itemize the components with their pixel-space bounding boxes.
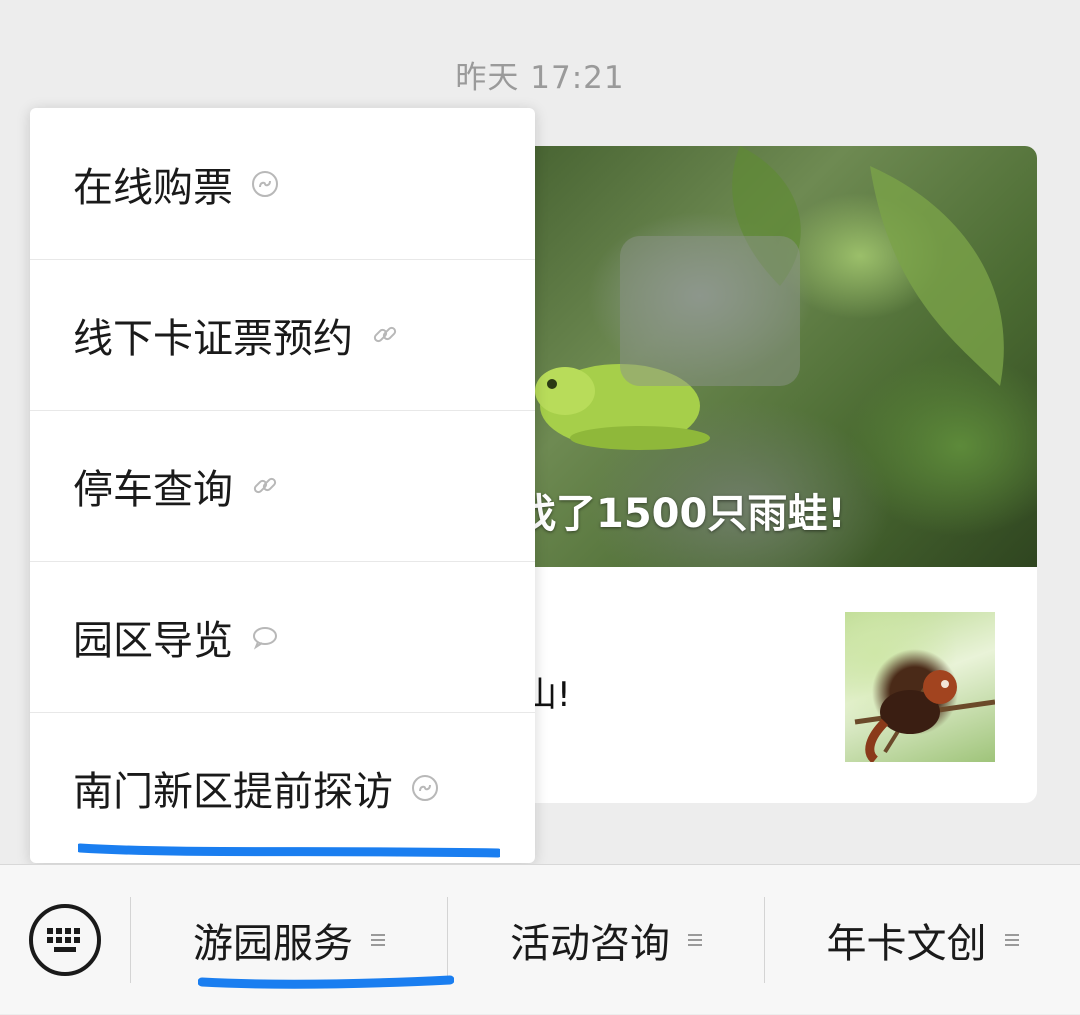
link-icon bbox=[371, 321, 399, 349]
menu-item-online-ticket[interactable]: 在线购票 bbox=[30, 108, 535, 259]
popup-menu: 在线购票 线下卡证票预约 停车查询 园区导览 南门新区提前探访 bbox=[30, 108, 535, 863]
bottom-menu-bar: 游园服务 活动咨询 年卡文创 bbox=[0, 864, 1080, 1014]
menu-lines-icon bbox=[1004, 931, 1019, 949]
menu-item-parking-query[interactable]: 停车查询 bbox=[30, 410, 535, 561]
keyboard-icon bbox=[29, 904, 101, 976]
tab-park-services[interactable]: 游园服务 bbox=[131, 865, 447, 1015]
menu-item-label: 南门新区提前探访 bbox=[73, 769, 393, 815]
menu-item-label: 线下卡证票预约 bbox=[73, 316, 353, 362]
link-icon bbox=[251, 472, 279, 500]
red-panda-thumbnail bbox=[845, 612, 996, 764]
keyboard-toggle-button[interactable] bbox=[28, 903, 102, 977]
menu-item-park-guide[interactable]: 园区导览 bbox=[30, 561, 535, 712]
menu-item-label: 园区导览 bbox=[73, 618, 233, 664]
mini-program-icon bbox=[411, 774, 439, 802]
menu-item-label: 在线购票 bbox=[73, 164, 233, 211]
message-icon bbox=[251, 623, 279, 651]
highlight-underline-tab bbox=[198, 975, 454, 989]
highlight-underline-menu bbox=[78, 843, 500, 858]
red-panda-icon bbox=[854, 670, 996, 764]
menu-item-label: 停车查询 bbox=[73, 467, 233, 513]
menu-lines-icon bbox=[688, 931, 702, 949]
mini-program-icon bbox=[251, 170, 279, 198]
chat-timestamp: 昨天 17:21 bbox=[455, 60, 625, 96]
tab-label: 活动咨询 bbox=[510, 921, 670, 967]
tab-event-inquiry[interactable]: 活动咨询 bbox=[448, 865, 764, 1015]
menu-lines-icon bbox=[371, 931, 385, 949]
menu-item-offline-reservation[interactable]: 线下卡证票预约 bbox=[30, 259, 535, 410]
tab-label: 年卡文创 bbox=[826, 921, 987, 967]
tab-label: 游园服务 bbox=[193, 921, 353, 967]
tab-annual-card-merch[interactable]: 年卡文创 bbox=[765, 865, 1080, 1015]
